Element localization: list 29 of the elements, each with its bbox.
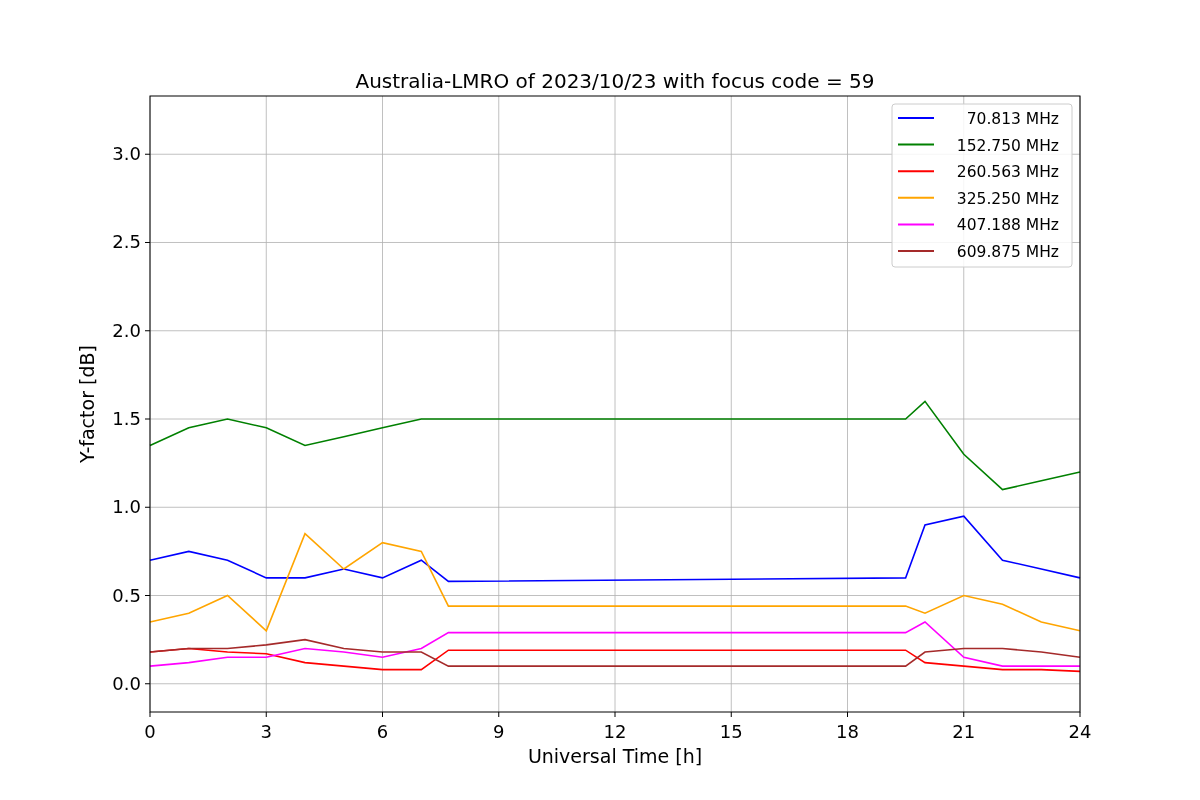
y-tick-label: 1.5 (112, 408, 141, 429)
legend-label: 260.563 MHz (956, 163, 1059, 182)
y-tick-label: 3.0 (112, 143, 141, 165)
chart-title: Australia-LMRO of 2023/10/23 with focus code = 59 (355, 69, 875, 93)
legend-swatch (897, 223, 935, 226)
legend-label: 609.875 MHz (956, 243, 1059, 261)
x-tick-label: 18 (836, 721, 859, 742)
x-tick-label: 0 (144, 721, 156, 742)
x-tick-label: 24 (1068, 721, 1092, 742)
y-tick-label: 1.0 (112, 496, 141, 518)
x-tick-label: 21 (952, 721, 976, 742)
y-tick-label: 2.0 (112, 319, 141, 341)
y-tick-label: 2.5 (112, 231, 141, 253)
y-axis-label: Y-factor [dB] (76, 345, 98, 463)
legend-swatch (897, 170, 935, 173)
legend-label: 325.250 MHz (956, 189, 1059, 208)
x-tick-label: 15 (719, 721, 743, 742)
legend-swatch (897, 143, 935, 146)
x-tick-label: 9 (493, 721, 505, 742)
x-tick-label: 6 (376, 721, 389, 742)
legend-label: 407.188 MHz (956, 216, 1059, 235)
y-tick-label: 0.0 (112, 672, 141, 694)
legend-label: 152.750 MHz (956, 136, 1059, 155)
legend-label: 70.813 MHz (966, 110, 1059, 128)
y-tick-label: 0.5 (112, 584, 141, 606)
x-axis-label: Universal Time [h] (527, 745, 703, 767)
x-tick-label: 12 (603, 721, 627, 742)
x-tick-label: 3 (260, 721, 272, 742)
legend-swatch (897, 196, 935, 199)
